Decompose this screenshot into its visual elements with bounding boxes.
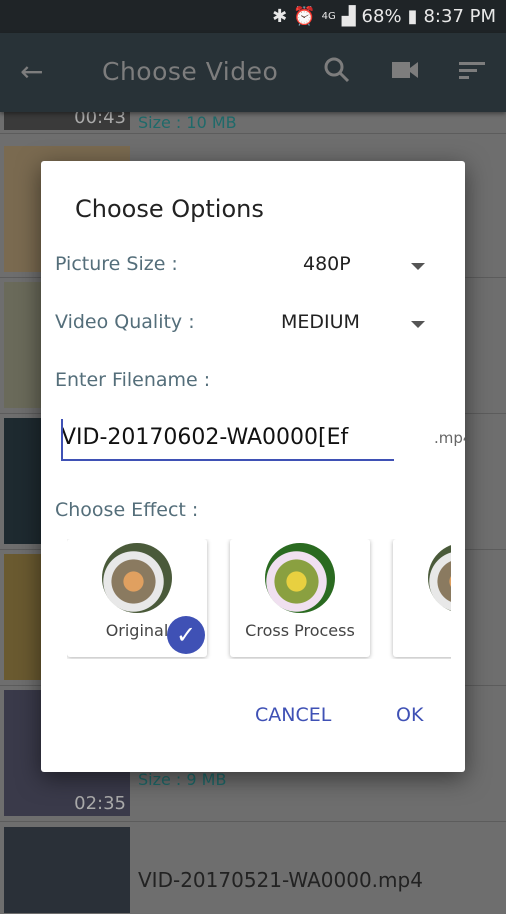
effect-name: H bbox=[393, 621, 451, 640]
video-camera-icon[interactable] bbox=[390, 55, 420, 85]
filename-label: Enter Filename : bbox=[55, 369, 211, 391]
filename-extension: .mp4 bbox=[434, 429, 465, 447]
search-icon[interactable] bbox=[322, 55, 352, 85]
video-thumbnail bbox=[4, 827, 130, 913]
effect-preview bbox=[428, 543, 451, 613]
effect-card-cross-process[interactable]: Cross Process bbox=[230, 539, 370, 657]
network-type: 4G bbox=[321, 11, 336, 22]
chevron-down-icon bbox=[411, 263, 425, 270]
picture-size-value: 480P bbox=[303, 253, 351, 275]
choose-effect-label: Choose Effect : bbox=[55, 499, 199, 521]
video-quality-label: Video Quality : bbox=[55, 311, 195, 333]
chevron-down-icon bbox=[411, 321, 425, 328]
effect-preview bbox=[265, 543, 335, 613]
page-title: Choose Video bbox=[102, 57, 279, 86]
ok-button[interactable]: OK bbox=[396, 704, 423, 726]
dialog-title: Choose Options bbox=[75, 195, 264, 223]
app-bar: ← Choose Video bbox=[0, 33, 506, 112]
bluetooth-icon: ✱ bbox=[272, 6, 288, 27]
file-size: Size : 10 MB bbox=[138, 113, 237, 132]
picture-size-label: Picture Size : bbox=[55, 253, 178, 275]
video-quality-value: MEDIUM bbox=[281, 311, 360, 333]
file-size: Size : 9 MB bbox=[138, 770, 227, 789]
cancel-button[interactable]: CANCEL bbox=[255, 704, 331, 726]
check-icon: ✓ bbox=[167, 616, 205, 654]
arrow-left-icon[interactable]: ← bbox=[20, 55, 43, 88]
alarm-icon: ⏰ bbox=[293, 6, 316, 27]
sort-icon[interactable] bbox=[458, 55, 488, 85]
signal-icon: ▟ bbox=[341, 6, 356, 27]
effect-name: Cross Process bbox=[245, 621, 355, 640]
list-item[interactable]: VID-20170521-WA0000.mp4 bbox=[0, 824, 506, 914]
effect-preview bbox=[102, 543, 172, 613]
effect-card-h[interactable]: H bbox=[393, 539, 451, 657]
effect-card-original[interactable]: Original ✓ bbox=[67, 539, 207, 657]
clock: 8:37 PM bbox=[423, 6, 496, 27]
battery-icon: ▮ bbox=[407, 6, 418, 27]
file-name: VID-20170521-WA0000.mp4 bbox=[138, 868, 423, 892]
filename-value: VID-20170602-WA0000[Ef bbox=[61, 425, 349, 450]
text-cursor bbox=[61, 419, 63, 459]
status-bar: ✱ ⏰ 4G ▟ 68% ▮ 8:37 PM bbox=[0, 0, 506, 33]
effects-carousel[interactable]: Original ✓ Cross Process H bbox=[67, 539, 451, 659]
duration: 02:35 bbox=[74, 793, 126, 814]
choose-options-dialog: Choose Options Picture Size : 480P Video… bbox=[41, 161, 465, 772]
filename-input[interactable]: VID-20170602-WA0000[Ef bbox=[61, 419, 394, 461]
battery-level: 68% bbox=[361, 6, 402, 27]
